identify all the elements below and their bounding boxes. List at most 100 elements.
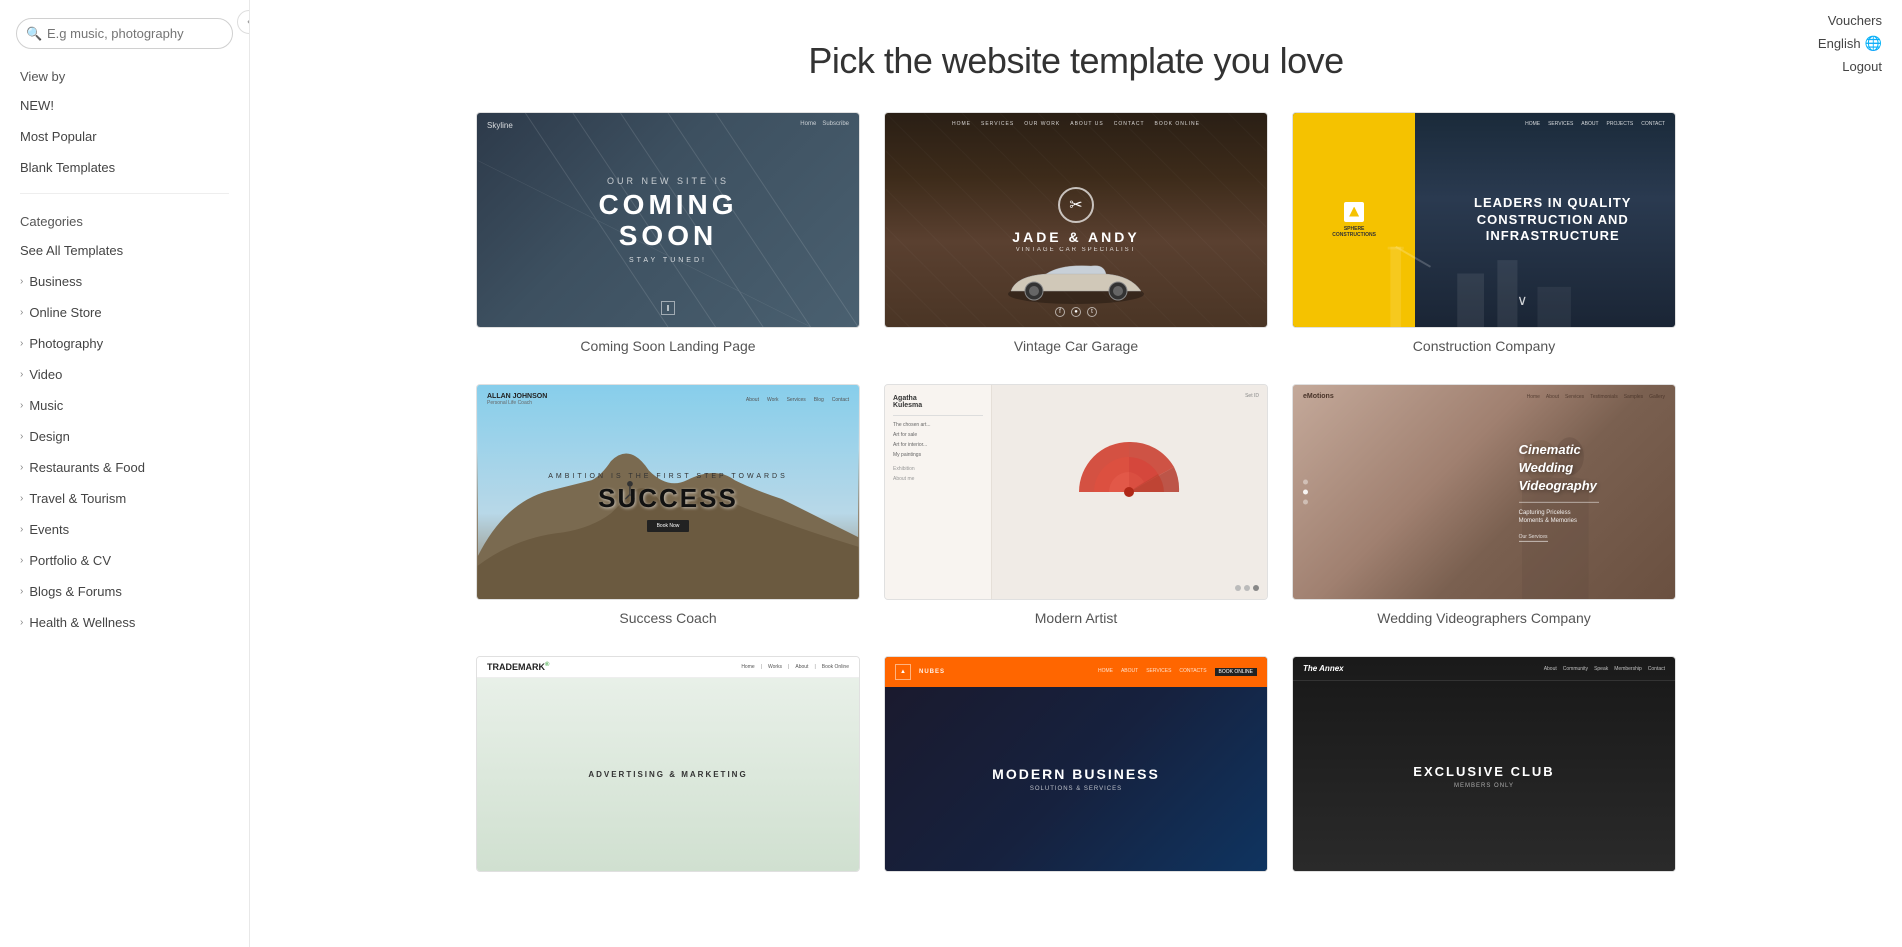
template-thumb-modern-artist: AgathaKulesma The chosen art... Art for … — [884, 384, 1268, 600]
globe-icon: 🌐 — [1865, 35, 1882, 52]
template-card-vintage-car[interactable]: HOME SERVICES OUR WORK ABOUT US CONTACT … — [884, 112, 1268, 354]
template-card-trademark[interactable]: TRADEMARK® Home | Works | About | Book O… — [476, 656, 860, 882]
template-thumb-success-coach: ALLAN JOHNSON Personal Life Coach About … — [476, 384, 860, 600]
sidebar-item-design[interactable]: › Design — [0, 421, 249, 452]
top-right-menu: Vouchers English 🌐 Logout — [1798, 0, 1902, 87]
wv-dots — [1303, 480, 1308, 505]
chevron-right-icon: › — [20, 431, 23, 442]
ma-top-right: Set ID — [1245, 393, 1259, 399]
const-arrow: ∨ — [1517, 292, 1527, 309]
video-label: Video — [29, 367, 62, 382]
wv-text: CinematicWeddingVideography Capturing Pr… — [1519, 441, 1599, 543]
photography-label: Photography — [29, 336, 103, 351]
logout-link[interactable]: Logout — [1842, 56, 1882, 77]
sidebar-item-blogs-forums[interactable]: › Blogs & Forums — [0, 576, 249, 607]
online-store-label: Online Store — [29, 305, 101, 320]
vouchers-link[interactable]: Vouchers — [1828, 10, 1882, 31]
template-thumb-construction: SPHERECONSTRUCTIONS HOME SERVICES ABOUT … — [1292, 112, 1676, 328]
template-card-success-coach[interactable]: ALLAN JOHNSON Personal Life Coach About … — [476, 384, 860, 626]
ma-fan — [1074, 437, 1184, 547]
sidebar-divider — [20, 193, 229, 194]
view-by-label: View by — [0, 59, 249, 90]
const-skyline — [1293, 220, 1675, 327]
template-card-modern-artist[interactable]: AgathaKulesma The chosen art... Art for … — [884, 384, 1268, 626]
ma-main — [992, 385, 1267, 599]
sidebar-item-music[interactable]: › Music — [0, 390, 249, 421]
template-thumb-trademark: TRADEMARK® Home | Works | About | Book O… — [476, 656, 860, 872]
sidebar-item-health-wellness[interactable]: › Health & Wellness — [0, 607, 249, 638]
sidebar-search-area: 🔍 — [0, 0, 249, 59]
main-content: Pick the website template you love Skyli… — [250, 0, 1902, 947]
sidebar-item-see-all[interactable]: See All Templates — [0, 235, 249, 266]
ma-dots — [1235, 585, 1259, 591]
categories-label: Categories — [0, 204, 249, 235]
portfolio-cv-label: Portfolio & CV — [29, 553, 111, 568]
ob-hero: MODERN BUSINESS SOLUTIONS & SERVICES — [885, 687, 1267, 871]
template-thumb-dark-theme: The Annex About Community Speak Membersh… — [1292, 656, 1676, 872]
template-thumb-wedding-video: eMotions Home About Services Testimonial… — [1292, 384, 1676, 600]
chevron-right-icon: › — [20, 493, 23, 504]
cs-main-content: OUR NEW SITE IS COMINGSOON STAY TUNED! — [598, 176, 737, 265]
vc-content: ✂ JADE & ANDY VINTAGE CAR SPECIALIST — [1012, 187, 1139, 253]
template-card-construction[interactable]: SPHERECONSTRUCTIONS HOME SERVICES ABOUT … — [1292, 112, 1676, 354]
chevron-right-icon: › — [20, 307, 23, 318]
sidebar-item-video[interactable]: › Video — [0, 359, 249, 390]
template-thumb-coming-soon: Skyline HomeSubscribe OUR NEW SI — [476, 112, 860, 328]
template-label-modern-artist: Modern Artist — [884, 610, 1268, 626]
chevron-right-icon: › — [20, 524, 23, 535]
template-label-construction: Construction Company — [1292, 338, 1676, 354]
template-thumb-vintage-car: HOME SERVICES OUR WORK ABOUT US CONTACT … — [884, 112, 1268, 328]
search-icon: 🔍 — [26, 26, 42, 42]
sidebar-item-business[interactable]: › Business — [0, 266, 249, 297]
template-label-coming-soon: Coming Soon Landing Page — [476, 338, 860, 354]
template-card-orange-biz[interactable]: ▲ NUBES HOME ABOUT SERVICES CONTACTS BOO… — [884, 656, 1268, 882]
design-label: Design — [29, 429, 69, 444]
vc-car — [996, 256, 1156, 311]
language-selector[interactable]: English 🌐 — [1818, 35, 1882, 52]
see-all-label: See All Templates — [20, 243, 123, 258]
blogs-forums-label: Blogs & Forums — [29, 584, 121, 599]
sc-hero: AMBITION IS THE FIRST STEP TOWARDS SUCCE… — [548, 473, 788, 532]
search-input[interactable] — [16, 18, 233, 49]
template-card-dark-theme[interactable]: The Annex About Community Speak Membersh… — [1292, 656, 1676, 882]
dt-nav: The Annex About Community Speak Membersh… — [1293, 657, 1675, 681]
sidebar-item-online-store[interactable]: › Online Store — [0, 297, 249, 328]
chevron-right-icon: › — [20, 276, 23, 287]
health-wellness-label: Health & Wellness — [29, 615, 135, 630]
sidebar-item-travel-tourism[interactable]: › Travel & Tourism — [0, 483, 249, 514]
sidebar-item-most-popular[interactable]: Most Popular — [0, 121, 249, 152]
template-card-coming-soon[interactable]: Skyline HomeSubscribe OUR NEW SI — [476, 112, 860, 354]
chevron-right-icon: › — [20, 462, 23, 473]
wv-nav: eMotions Home About Services Testimonial… — [1303, 393, 1665, 400]
sidebar-item-blank-templates[interactable]: Blank Templates — [0, 152, 249, 183]
chevron-right-icon: › — [20, 369, 23, 380]
vc-nav: HOME SERVICES OUR WORK ABOUT US CONTACT … — [885, 121, 1267, 127]
music-label: Music — [29, 398, 63, 413]
sidebar-item-events[interactable]: › Events — [0, 514, 249, 545]
tm-hero: ADVERTISING & MARKETING — [477, 678, 859, 871]
travel-tourism-label: Travel & Tourism — [29, 491, 126, 506]
tm-nav: TRADEMARK® Home | Works | About | Book O… — [477, 657, 859, 678]
ob-topbar: ▲ NUBES HOME ABOUT SERVICES CONTACTS BOO… — [885, 657, 1267, 687]
sidebar-item-restaurants-food[interactable]: › Restaurants & Food — [0, 452, 249, 483]
chevron-right-icon: › — [20, 400, 23, 411]
sc-nav: ALLAN JOHNSON Personal Life Coach About … — [487, 393, 849, 406]
cs-icon — [661, 301, 675, 315]
templates-grid: Skyline HomeSubscribe OUR NEW SI — [476, 112, 1676, 882]
chevron-right-icon: › — [20, 338, 23, 349]
sidebar: ‹ 🔍 View by NEW! Most Popular Blank Temp… — [0, 0, 250, 947]
template-card-wedding-video[interactable]: eMotions Home About Services Testimonial… — [1292, 384, 1676, 626]
template-thumb-orange-biz: ▲ NUBES HOME ABOUT SERVICES CONTACTS BOO… — [884, 656, 1268, 872]
sidebar-item-photography[interactable]: › Photography — [0, 328, 249, 359]
wv-couple-silhouette — [1293, 385, 1675, 599]
template-label-success-coach: Success Coach — [476, 610, 860, 626]
language-label: English — [1818, 36, 1861, 51]
chevron-right-icon: › — [20, 617, 23, 628]
vc-social: f ● t — [1055, 307, 1097, 317]
business-label: Business — [29, 274, 82, 289]
template-label-vintage-car: Vintage Car Garage — [884, 338, 1268, 354]
template-label-wedding-video: Wedding Videographers Company — [1292, 610, 1676, 626]
sidebar-item-new[interactable]: NEW! — [0, 90, 249, 121]
restaurants-food-label: Restaurants & Food — [29, 460, 145, 475]
sidebar-item-portfolio-cv[interactable]: › Portfolio & CV — [0, 545, 249, 576]
